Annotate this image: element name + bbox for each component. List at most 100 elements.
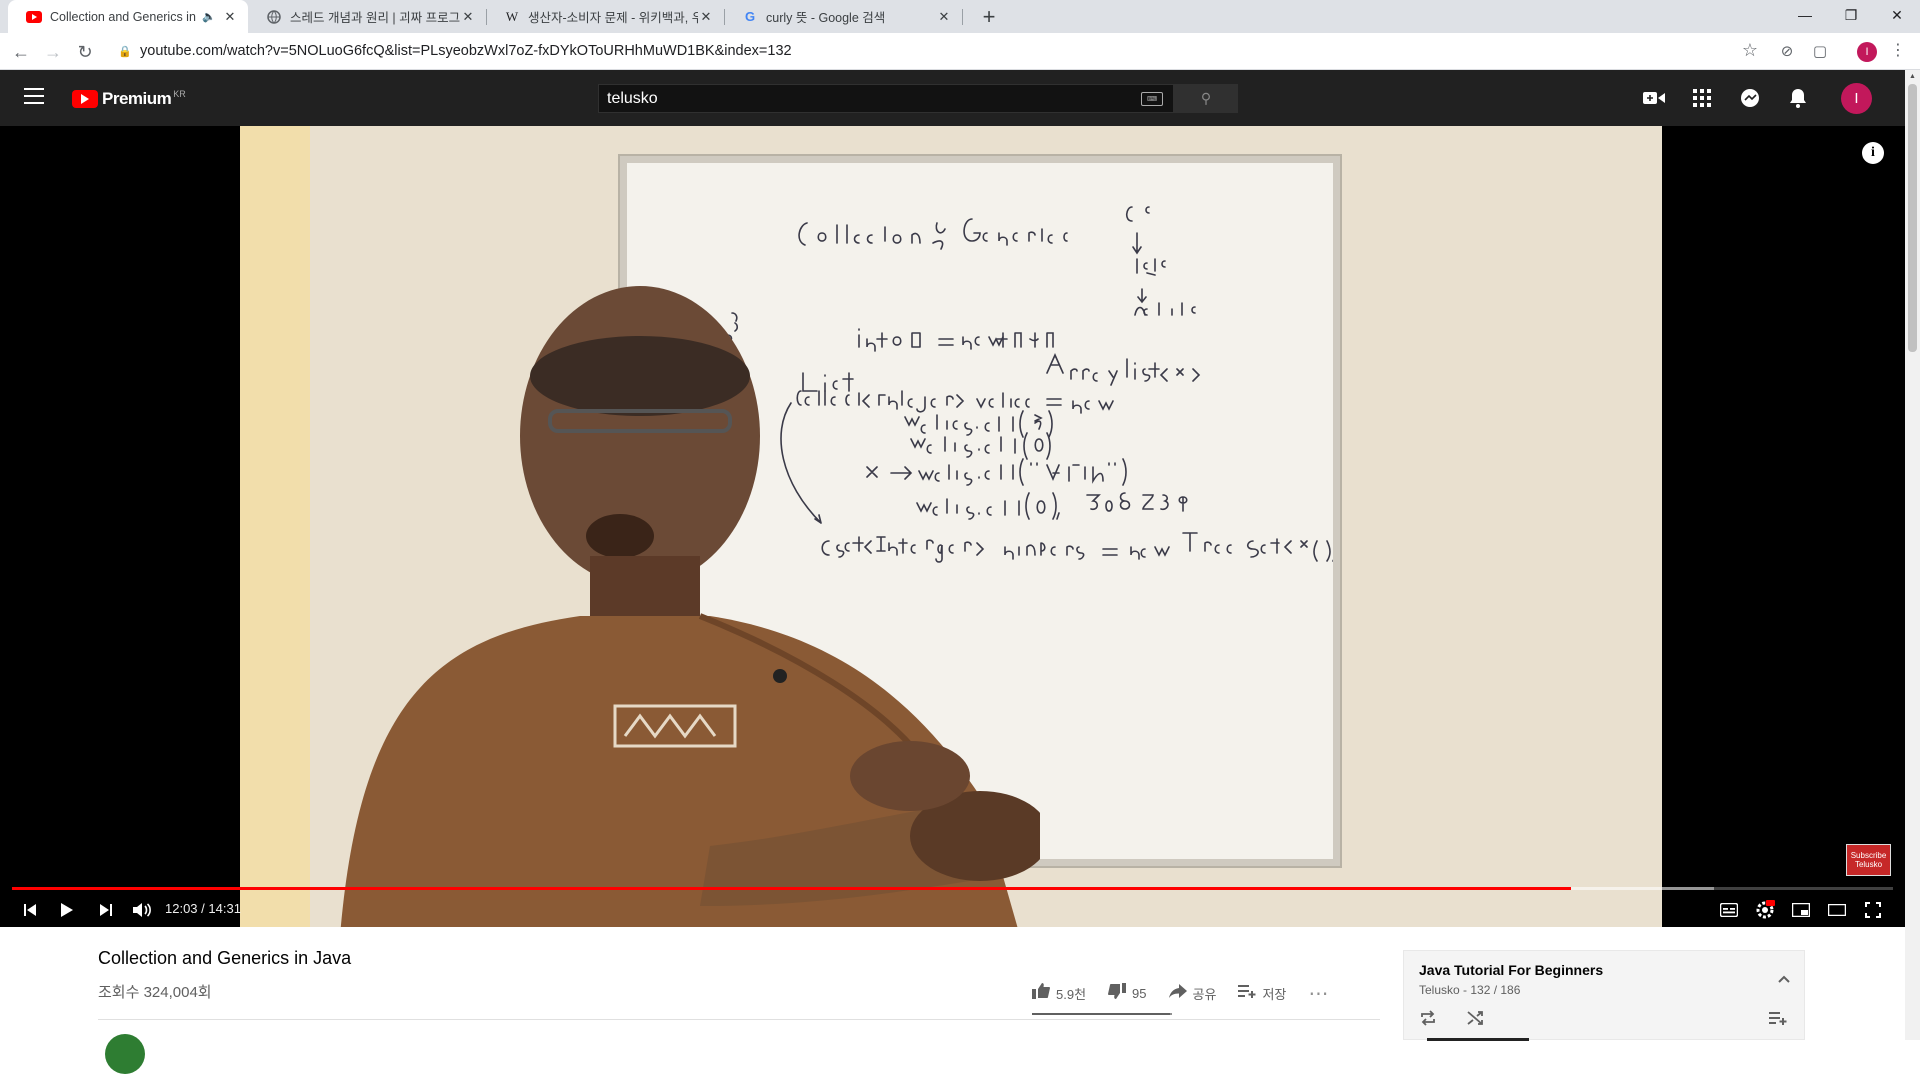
next-video-button[interactable] (88, 896, 124, 924)
scrollbar-thumb[interactable] (1908, 84, 1917, 352)
loop-playlist-icon[interactable] (1416, 1006, 1440, 1030)
progress-played (12, 887, 1572, 890)
search-input[interactable] (599, 89, 1141, 108)
logo-text: Premium (102, 89, 172, 108)
save-button[interactable]: 저장 (1238, 983, 1286, 1003)
theater-mode-icon[interactable] (1819, 896, 1855, 924)
shuffle-icon[interactable] (1464, 1006, 1488, 1030)
tab-title: Collection and Generics in Java (50, 9, 196, 24)
notifications-bell-icon[interactable] (1786, 86, 1810, 110)
browser-tab-google[interactable]: G curly 뜻 - Google 검색 ✕ (724, 0, 962, 33)
dislike-count: 95 (1132, 985, 1147, 1001)
browser-toolbar: ← → ↻ 🔒 youtube.com/watch?v=5NOLuoG6fcQ&… (0, 33, 1920, 70)
sentiment-bar-likes (1032, 1013, 1170, 1015)
wikipedia-favicon-icon: W (505, 8, 519, 24)
subtitles-icon[interactable] (1711, 896, 1747, 924)
play-button[interactable] (49, 896, 85, 924)
current-time: 12:03 (165, 901, 198, 916)
tab-title: 생산자-소비자 문제 - 위키백과, 우리 모두의 백과사전 (528, 11, 698, 25)
address-bar[interactable]: 🔒 youtube.com/watch?v=5NOLuoG6fcQ&list=P… (108, 36, 1758, 66)
youtube-logo[interactable]: Premium KR (72, 89, 186, 109)
settings-gear-icon[interactable] (1747, 896, 1783, 924)
more-actions-button[interactable]: ⋯ (1308, 981, 1335, 1006)
create-video-icon[interactable] (1642, 86, 1666, 110)
thumbs-up-icon (1032, 982, 1050, 1004)
time-display: 12:03 / 14:31 (165, 901, 241, 916)
video-title: Collection and Generics in Java (98, 948, 352, 968)
tab-title: 스레드 개념과 원리 | 괴짜 프로그래머 (290, 11, 460, 25)
region-code: KR (173, 89, 186, 99)
browser-menu-icon[interactable]: ⋮ (1890, 40, 1906, 60)
share-arrow-icon (1168, 983, 1187, 1003)
playlist-panel: Java Tutorial For Beginners Telusko - 13… (1403, 950, 1805, 1041)
google-favicon-icon: G (744, 9, 756, 24)
playlist-add-icon (1238, 983, 1256, 1003)
collapse-chevron-icon[interactable] (1772, 967, 1796, 991)
tab-close-icon[interactable]: ✕ (460, 9, 476, 25)
previous-video-button[interactable] (12, 896, 48, 924)
tab-audio-icon[interactable]: 🔈 (202, 10, 216, 23)
youtube-masthead: Premium KR ⌨ ⚲ I (0, 70, 1905, 126)
total-time: 14:31 (208, 901, 241, 916)
sentiment-bar (1032, 1013, 1172, 1015)
share-label: 공유 (1192, 986, 1217, 1002)
search-box: ⌨ (598, 84, 1174, 113)
tab-close-icon[interactable]: ✕ (222, 9, 238, 25)
tab-separator (962, 9, 963, 25)
section-divider (98, 1019, 1380, 1020)
like-count: 5.9천 (1056, 986, 1087, 1002)
search-button[interactable]: ⚲ (1174, 84, 1238, 113)
progress-bar[interactable] (12, 887, 1893, 890)
subscribe-watermark[interactable]: Subscribe Telusko (1846, 844, 1891, 876)
messages-icon[interactable] (1738, 86, 1762, 110)
url-text: youtube.com/watch?v=5NOLuoG6fcQ&list=PLs… (140, 43, 792, 59)
dislike-button[interactable]: 95 (1108, 982, 1147, 1004)
menu-icon[interactable] (24, 88, 44, 104)
thumbs-down-icon (1108, 982, 1127, 1004)
save-label: 저장 (1262, 986, 1287, 1002)
view-count: 조회수 324,004회 (98, 984, 212, 1001)
playlist-subtitle: Telusko - 132 / 186 (1419, 983, 1521, 997)
browser-profile-avatar[interactable]: I (1857, 42, 1877, 62)
reload-button[interactable]: ↻ (71, 38, 99, 66)
back-button[interactable]: ← (7, 38, 35, 66)
fullscreen-icon[interactable] (1855, 896, 1891, 924)
video-player[interactable]: i Subscribe Telusko 12:03 / 14:31 (0, 126, 1905, 927)
browser-tab-wikipedia[interactable]: W 생산자-소비자 문제 - 위키백과, 우리 모두의 백과사전 ✕ (486, 0, 724, 33)
volume-icon[interactable] (124, 896, 160, 924)
browser-tab-strip: Collection and Generics in Java 🔈 ✕ 스레드 … (0, 0, 1920, 33)
channel-avatar[interactable] (105, 1034, 145, 1074)
apps-grid-icon[interactable] (1690, 86, 1714, 110)
tab-close-icon[interactable]: ✕ (698, 9, 714, 25)
miniplayer-icon[interactable] (1783, 896, 1819, 924)
lock-icon: 🔒 (118, 45, 132, 58)
minimize-button[interactable]: — (1782, 0, 1828, 30)
save-playlist-icon[interactable] (1766, 1006, 1790, 1030)
page-scrollbar[interactable]: ▲ (1905, 70, 1920, 1040)
bookmark-star-icon[interactable]: ☆ (1742, 40, 1758, 61)
new-tab-button[interactable]: + (975, 3, 1003, 31)
video-frame[interactable] (240, 126, 1662, 927)
share-button[interactable]: 공유 (1168, 983, 1217, 1003)
video-actions: 5.9천 95 공유 저장 ⋯ (1032, 980, 1357, 1006)
browser-tab-thread[interactable]: 스레드 개념과 원리 | 괴짜 프로그래머 ✕ (248, 0, 486, 33)
more-horizontal-icon: ⋯ (1308, 982, 1330, 1005)
info-card-button[interactable]: i (1862, 142, 1884, 164)
forward-button[interactable]: → (39, 38, 67, 66)
tab-title: curly 뜻 - Google 검색 (766, 11, 886, 25)
tab-close-icon[interactable]: ✕ (936, 9, 952, 25)
maximize-button[interactable]: ❐ (1828, 0, 1874, 30)
youtube-play-logo-icon (72, 90, 98, 108)
extension-icon[interactable]: ⊘ (1776, 40, 1798, 62)
account-avatar[interactable]: I (1841, 83, 1872, 114)
youtube-favicon-icon (26, 9, 42, 25)
playlist-title[interactable]: Java Tutorial For Beginners (1419, 962, 1603, 978)
scroll-up-arrow-icon[interactable]: ▲ (1909, 73, 1916, 80)
keyboard-icon[interactable]: ⌨ (1141, 91, 1163, 106)
browser-tab-youtube[interactable]: Collection and Generics in Java 🔈 ✕ (8, 0, 248, 33)
extension-puzzle-icon[interactable]: ▢ (1809, 40, 1831, 62)
like-button[interactable]: 5.9천 (1032, 982, 1087, 1004)
window-close-button[interactable]: ✕ (1874, 0, 1920, 30)
globe-favicon-icon (266, 9, 282, 25)
presenter-image (280, 236, 1050, 927)
